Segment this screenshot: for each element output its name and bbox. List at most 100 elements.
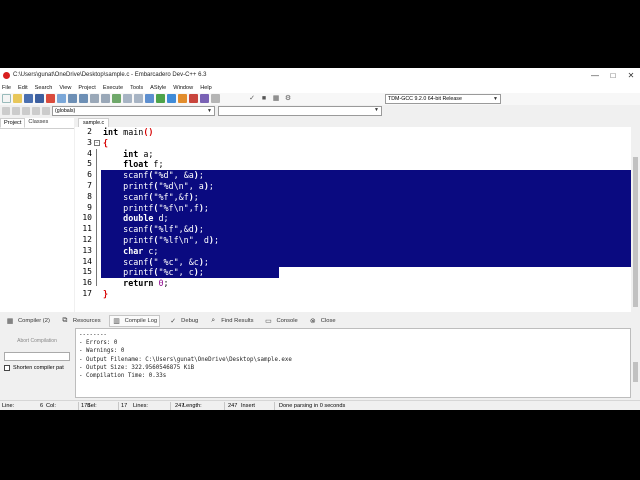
selection-highlight [101,245,631,257]
maximize-button[interactable]: □ [604,68,622,82]
menu-edit[interactable]: Edit [18,85,28,91]
shorten-paths-option[interactable]: Shorten compiler pat [4,365,64,371]
open-folder-icon[interactable] [13,94,22,103]
line-number: 11 [82,224,92,234]
menu-execute[interactable]: Execute [103,85,123,91]
code-line[interactable]: 15 printf("%c", c); [75,267,631,279]
print-icon[interactable] [57,94,66,103]
compile-icon[interactable] [156,94,165,103]
code-line[interactable]: 6 scanf("%d", &a); [75,170,631,181]
menu-search[interactable]: Search [35,85,53,91]
code-line[interactable]: 5 float f; [75,159,631,170]
code-line[interactable]: 17} [75,289,631,300]
menu-file[interactable]: File [2,85,11,91]
layout-icon[interactable]: ▦ [272,94,280,102]
status-line-value: 6 [40,403,44,409]
redo-icon[interactable] [79,94,88,103]
code-line[interactable]: 13 char c; [75,245,631,257]
menu-tools[interactable]: Tools [130,85,143,91]
menu-window[interactable]: Window [173,85,193,91]
code-line[interactable]: 9 printf("%f\n",f); [75,202,631,214]
code-editor[interactable]: 2 int main() 3−{4 int a; 5 float f; 6 scanf(… [75,127,631,312]
code-line[interactable]: 12 printf("%lf\n", d); [75,235,631,246]
find-icon[interactable] [90,94,99,103]
code-text: scanf("%f",&f); [103,191,199,202]
compile-log-output[interactable]: -------- - Errors: 0- Warnings: 0- Output… [75,328,631,398]
line-number: 2 [87,127,92,136]
check-icon: ✓ [170,318,177,325]
line-number: 12 [82,235,92,244]
menu-project[interactable]: Project [78,85,95,91]
close-icon: ⊗ [309,318,316,325]
compile-log-scrollbar[interactable] [631,328,640,398]
code-line[interactable]: 11 scanf("%lf",&d); [75,224,631,235]
insert-icon[interactable] [32,107,40,115]
code-line[interactable]: 4 int a; [75,149,631,160]
save-icon[interactable] [24,94,33,103]
menu-view[interactable]: View [59,85,71,91]
close-window-button[interactable]: ✕ [622,68,640,82]
toggle-bookmark-icon[interactable] [145,94,154,103]
menu-astyle[interactable]: AStyle [150,85,166,91]
new-var-icon[interactable] [22,107,30,115]
shorten-paths-checkbox[interactable] [4,365,10,371]
scope-select[interactable]: (globals) ▼ [52,106,215,116]
toggle-icon[interactable] [42,107,50,115]
debug-icon[interactable] [200,94,209,103]
toolbar-icons [2,94,220,103]
code-line[interactable]: 16 return 0; [75,278,631,289]
line-number: 3 [87,137,92,147]
stop-icon[interactable]: ■ [260,95,268,102]
file-tab-strip: sample.c [75,118,640,127]
editor-scrollbar-thumb[interactable] [633,157,638,307]
save-all-icon[interactable] [35,94,44,103]
minimize-button[interactable]: — [586,68,604,82]
new-file-icon[interactable] [2,94,11,103]
new-member-icon[interactable] [12,107,20,115]
indent-icon[interactable] [123,94,132,103]
compiler-select[interactable]: TDM-GCC 9.2.0 64-bit Release ▼ [385,94,501,104]
run-icon[interactable] [167,94,176,103]
tab-classes[interactable]: Classes [25,118,51,128]
check-syntax-icon[interactable]: ✓ [248,94,256,102]
tab-close[interactable]: ⊗ Close [306,315,338,327]
tab-compiler[interactable]: ▦ Compiler (2) [3,315,52,327]
code-line[interactable]: 3−{ [75,138,631,149]
status-separator [170,402,171,410]
tab-console[interactable]: ▭ Console [261,315,299,327]
rebuild-icon[interactable] [189,94,198,103]
line-number: 13 [82,245,92,255]
grid-icon: ▦ [6,318,14,325]
code-line[interactable]: 14 scanf(" %c", &c); [75,256,631,268]
tab-find-results[interactable]: ⌕ Find Results [206,315,255,327]
close-file-icon[interactable] [46,94,55,103]
file-tab-sample-c[interactable]: sample.c [78,118,110,127]
code-text: double d; [123,213,169,224]
compile-log-scrollbar-thumb[interactable] [633,362,638,382]
editor-scrollbar[interactable] [631,127,640,312]
goto-icon[interactable] [112,94,121,103]
undo-icon[interactable] [68,94,77,103]
unindent-icon[interactable] [134,94,143,103]
tab-debug[interactable]: ✓ Debug [166,315,200,327]
profile-icon[interactable] [211,94,220,103]
code-line[interactable]: 8 scanf("%f",&f); [75,191,631,203]
tab-resources[interactable]: ⧉ Resources [58,315,103,327]
replace-icon[interactable] [101,94,110,103]
abort-compilation-button[interactable]: Abort Compilation [4,335,70,347]
function-select[interactable]: ▼ [218,106,382,116]
code-text: } [103,289,109,299]
find-icon: ⌕ [211,317,216,324]
code-line[interactable]: 10 double d; [75,213,631,225]
tab-project[interactable]: Project [0,118,26,128]
code-line[interactable]: 2 int main() [75,127,631,138]
add-class-icon[interactable] [2,107,10,115]
fold-toggle-icon[interactable]: − [94,139,100,146]
menu-help[interactable]: Help [200,85,212,91]
code-line[interactable]: 7 printf("%d\n", a); [75,181,631,192]
compile-options-panel: Abort Compilation Shorten compiler pat [0,328,74,398]
log-line: - Warnings: 0 [79,348,125,355]
options-icon[interactable]: ⚙ [284,94,292,102]
tab-compile-log[interactable]: ▥ Compile Log [108,315,161,327]
compile-run-icon[interactable] [178,94,187,103]
